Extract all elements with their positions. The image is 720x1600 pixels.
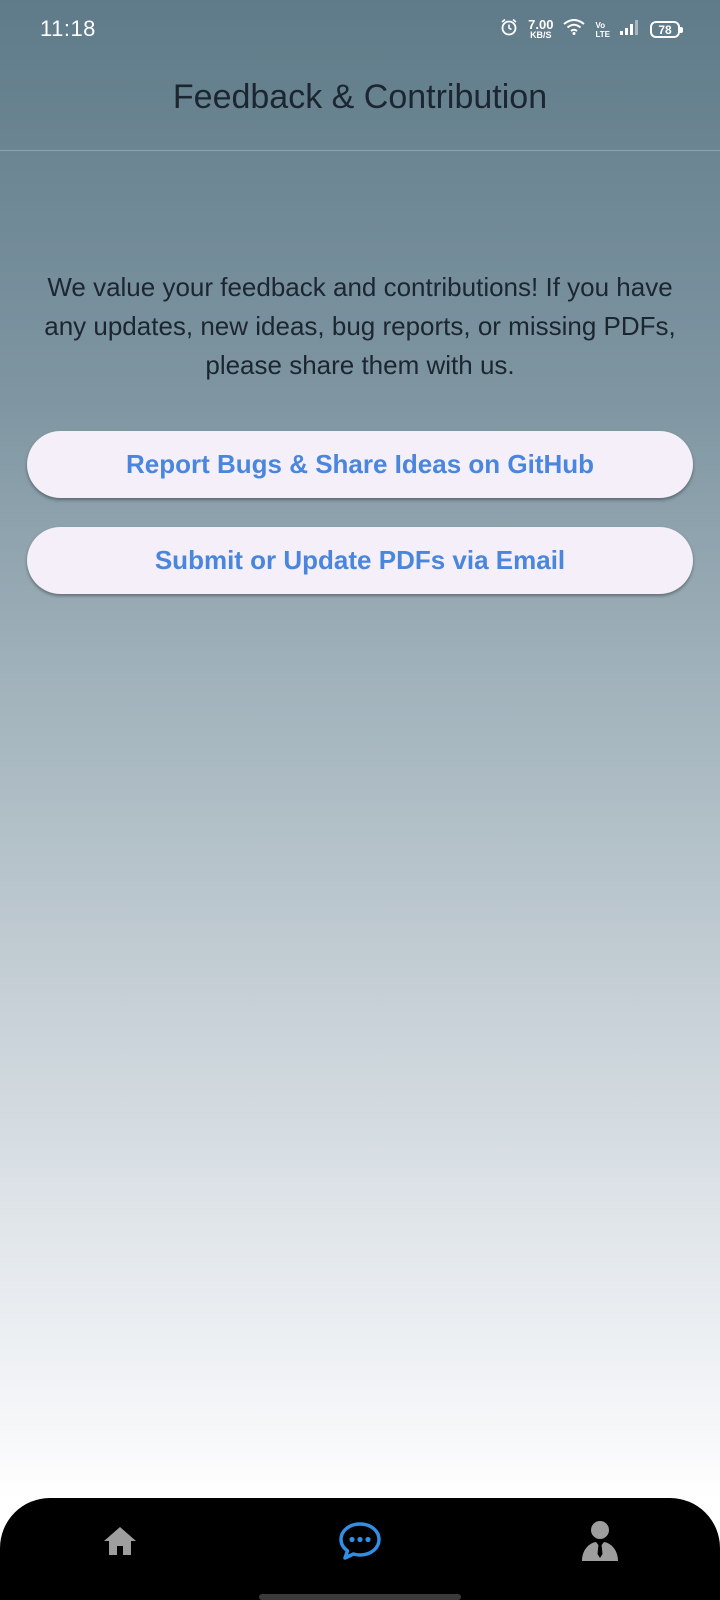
app-bar: Feedback & Contribution — [0, 60, 720, 151]
nav-profile[interactable] — [570, 1518, 630, 1568]
status-bar: 11:18 7.00 KB/S Vo LTE 78 — [0, 0, 720, 60]
volte-top-label: Vo — [595, 20, 606, 30]
network-speed-value: 7.00 — [528, 16, 554, 32]
signal-icon — [620, 19, 640, 40]
network-speed-unit: KB/S — [530, 29, 552, 40]
home-indicator — [259, 1594, 461, 1600]
chat-bubble-icon — [338, 1521, 382, 1566]
nav-home[interactable] — [90, 1518, 150, 1568]
intro-text: We value your feedback and contributions… — [44, 272, 676, 380]
wifi-icon — [563, 19, 586, 40]
volte-bottom-label: LTE — [595, 29, 610, 39]
battery-icon: 78 — [650, 21, 683, 38]
network-speed: 7.00 KB/S — [528, 16, 554, 40]
person-icon — [581, 1520, 619, 1567]
page-title: Feedback & Contribution — [172, 77, 548, 116]
nav-feedback[interactable] — [330, 1518, 390, 1568]
status-icons: 7.00 KB/S Vo LTE 78 — [500, 16, 683, 41]
alarm-icon — [500, 18, 518, 41]
home-icon — [103, 1525, 137, 1562]
bottom-nav — [0, 1498, 720, 1600]
status-time: 11:18 — [40, 16, 96, 41]
github-report-button[interactable]: Report Bugs & Share Ideas on GitHub — [27, 431, 693, 498]
email-submit-button[interactable]: Submit or Update PDFs via Email — [27, 527, 693, 594]
volte-icon: Vo LTE — [595, 21, 610, 39]
